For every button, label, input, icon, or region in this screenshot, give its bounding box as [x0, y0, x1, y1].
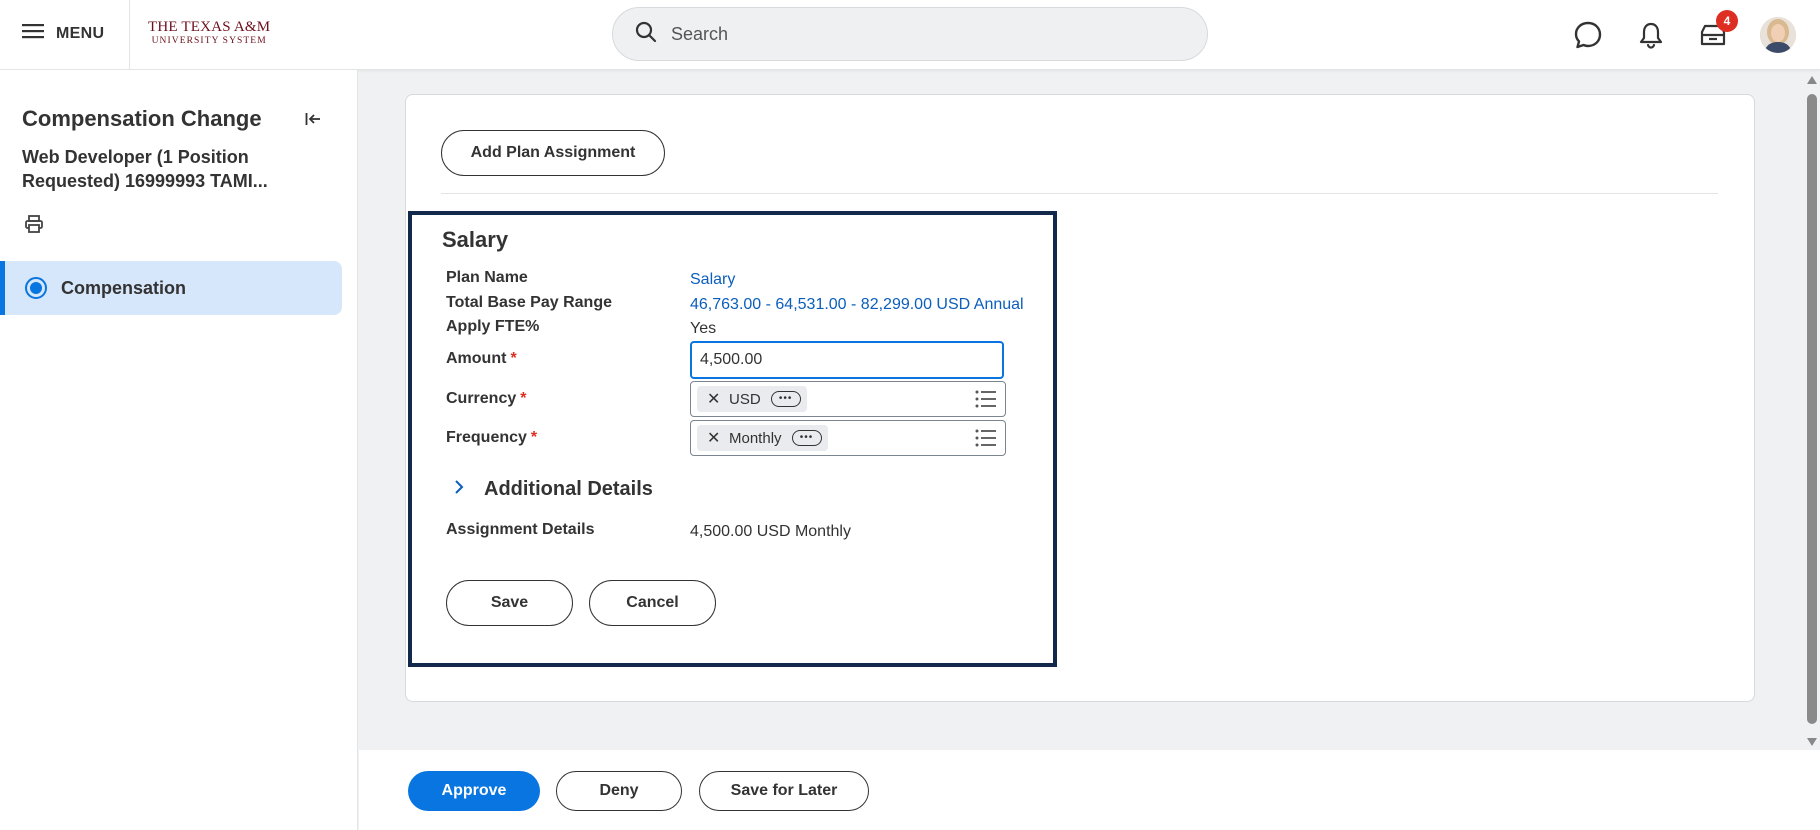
pay-range-label: Total Base Pay Range: [446, 294, 612, 311]
approve-button[interactable]: Approve: [408, 771, 540, 811]
page-title: Compensation Change: [22, 106, 262, 131]
org-logo[interactable]: THE TEXAS A&M UNIVERSITY SYSTEM: [148, 20, 270, 47]
frequency-label-text: Frequency: [446, 429, 527, 446]
required-marker: *: [530, 429, 538, 446]
vertical-scrollbar[interactable]: [1804, 72, 1820, 750]
required-marker: *: [520, 390, 527, 407]
scroll-thumb[interactable]: [1807, 94, 1817, 724]
salary-section-title: Salary: [442, 227, 509, 252]
apply-fte-value: Yes: [690, 320, 717, 337]
amount-label: Amount *: [446, 350, 517, 368]
deny-button[interactable]: Deny: [556, 771, 682, 811]
frequency-pill: ✕ Monthly •••: [697, 425, 828, 451]
chevron-right-icon: [454, 479, 464, 500]
logo-line-1: THE TEXAS A&M: [148, 19, 271, 35]
cancel-button[interactable]: Cancel: [589, 580, 716, 626]
currency-prompt[interactable]: ✕ USD •••: [690, 381, 1006, 417]
assignment-details-label: Assignment Details: [446, 521, 595, 538]
close-icon[interactable]: ✕: [707, 428, 720, 448]
sidebar-item-compensation[interactable]: Compensation: [0, 261, 342, 315]
more-icon[interactable]: •••: [770, 391, 801, 407]
sidebar: Compensation Change Web Developer (1 Pos…: [0, 70, 358, 830]
bell-icon[interactable]: [1635, 19, 1667, 51]
sidebar-item-label: Compensation: [61, 277, 187, 298]
currency-pill: ✕ USD •••: [697, 386, 807, 412]
section-divider: [441, 193, 1718, 194]
collapse-icon[interactable]: [302, 108, 324, 130]
add-plan-assignment-button[interactable]: Add Plan Assignment: [441, 130, 665, 176]
print-icon[interactable]: [24, 214, 44, 239]
frequency-label: Frequency *: [446, 429, 537, 447]
scroll-down-arrow[interactable]: [1807, 738, 1817, 746]
selected-radio-icon: [25, 277, 47, 299]
page-subtitle: Web Developer (1 Position Requested) 169…: [22, 147, 268, 191]
assignment-details-value: 4,500.00 USD Monthly: [690, 523, 851, 540]
required-marker: *: [510, 350, 517, 367]
frequency-prompt[interactable]: ✕ Monthly •••: [690, 420, 1006, 456]
pay-range-value[interactable]: 46,763.00 - 64,531.00 - 82,299.00 USD An…: [690, 296, 1024, 314]
currency-label-text: Currency: [446, 390, 517, 407]
list-icon[interactable]: [975, 390, 997, 413]
avatar[interactable]: [1760, 17, 1796, 53]
currency-label: Currency *: [446, 390, 526, 408]
logo-line-2: UNIVERSITY SYSTEM: [151, 36, 267, 46]
amount-input[interactable]: [690, 341, 1004, 379]
search-input[interactable]: [671, 23, 1151, 45]
inbox-badge: 4: [1716, 10, 1738, 32]
plan-name-value[interactable]: Salary: [690, 271, 735, 289]
save-for-later-button[interactable]: Save for Later: [699, 771, 869, 811]
more-icon[interactable]: •••: [791, 430, 822, 446]
header-divider: [129, 0, 130, 70]
save-button[interactable]: Save: [446, 580, 573, 626]
hamburger-icon: [22, 22, 44, 45]
menu-button[interactable]: MENU: [22, 22, 104, 45]
top-header: MENU THE TEXAS A&M UNIVERSITY SYSTEM 4: [0, 0, 1820, 70]
plan-name-label: Plan Name: [446, 269, 528, 286]
search-bar[interactable]: [612, 7, 1208, 61]
search-icon: [635, 21, 657, 48]
additional-details-label: Additional Details: [484, 478, 653, 500]
additional-details-toggle[interactable]: Additional Details: [454, 478, 653, 501]
frequency-pill-text: Monthly: [729, 429, 782, 447]
scroll-up-arrow[interactable]: [1807, 76, 1817, 84]
currency-pill-text: USD: [729, 390, 761, 408]
list-icon[interactable]: [975, 429, 997, 452]
chat-icon[interactable]: [1572, 19, 1604, 51]
amount-label-text: Amount: [446, 350, 507, 367]
close-icon[interactable]: ✕: [707, 389, 720, 409]
apply-fte-label: Apply FTE%: [446, 318, 540, 335]
menu-label: MENU: [56, 24, 105, 42]
